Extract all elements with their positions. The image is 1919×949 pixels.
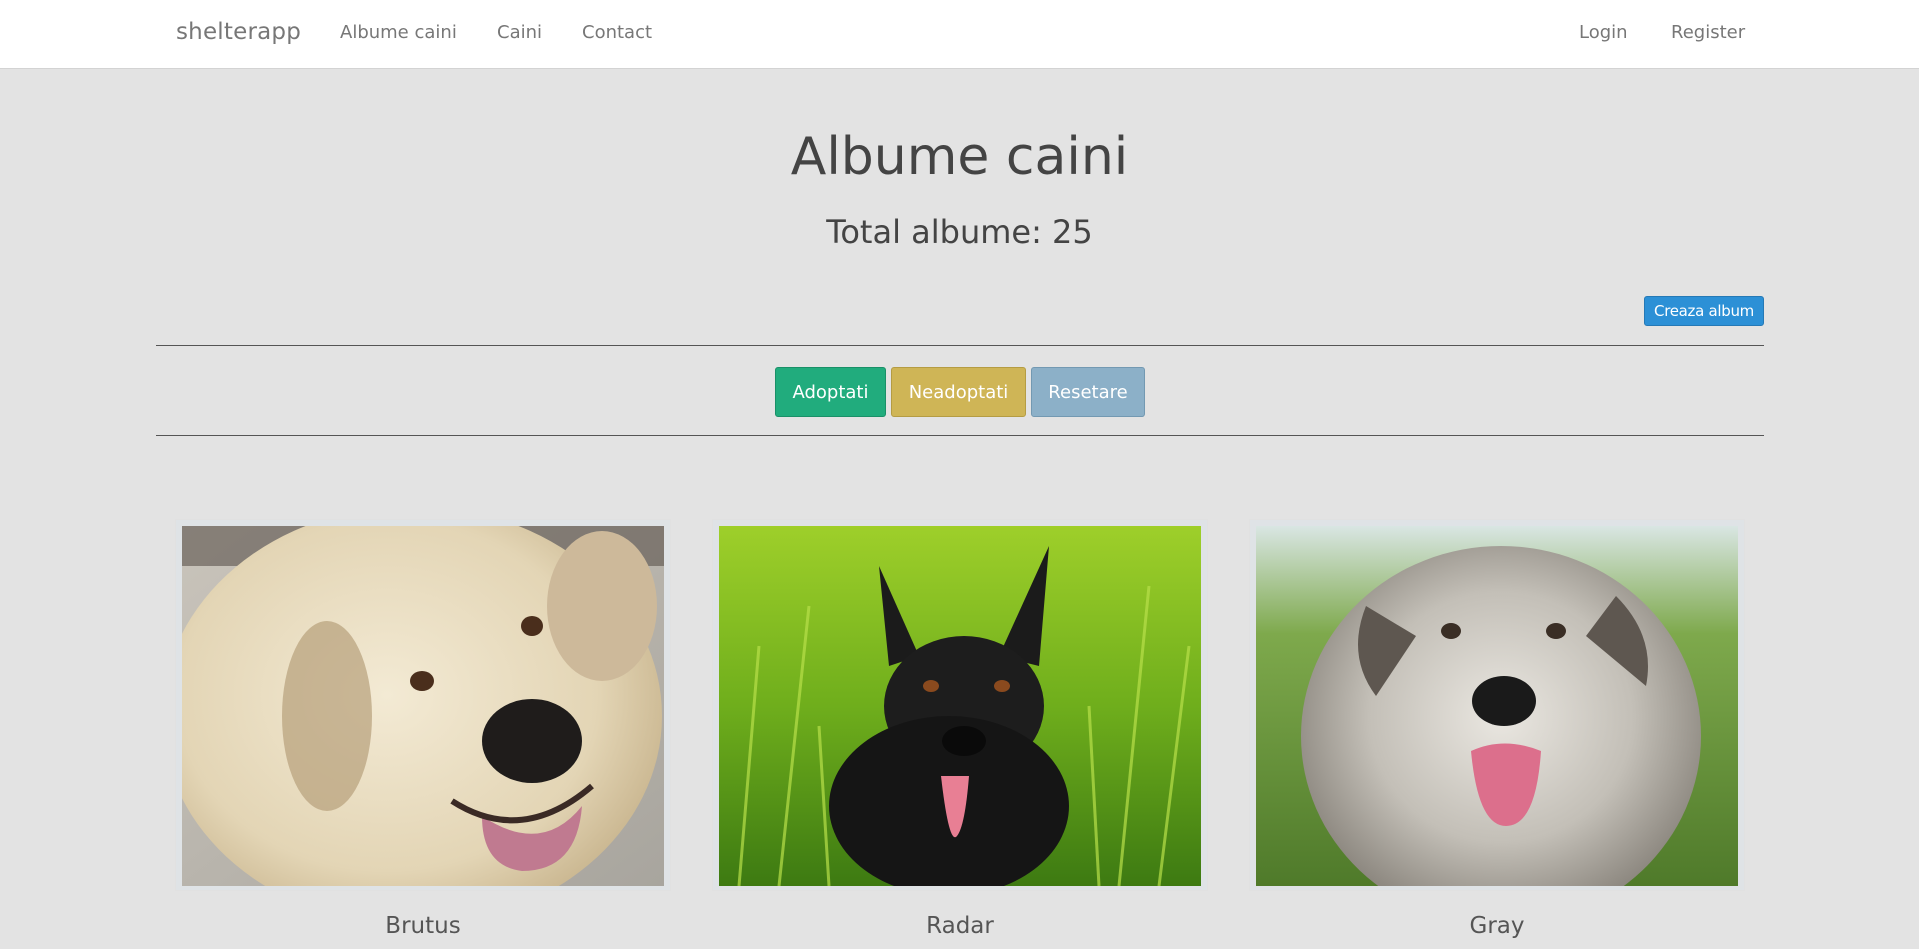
album-card[interactable]: Brutus — [175, 519, 671, 941]
filter-reset-button[interactable]: Resetare — [1031, 367, 1145, 417]
nav-caini[interactable]: Caini — [497, 22, 542, 43]
album-card[interactable]: Gray — [1249, 519, 1745, 941]
album-thumbnail[interactable] — [175, 519, 671, 891]
filter-neadoptati-button[interactable]: Neadoptati — [891, 367, 1026, 417]
dog-photo-brutus — [182, 526, 664, 886]
nav-login[interactable]: Login — [1579, 22, 1628, 43]
page-title: Albume caini — [790, 127, 1129, 187]
album-name[interactable]: Gray — [1249, 911, 1745, 941]
album-thumbnail[interactable] — [712, 519, 1208, 891]
album-card[interactable]: Radar — [712, 519, 1208, 941]
dog-photo-gray — [1256, 526, 1738, 886]
album-count: Total albume: 25 — [826, 213, 1093, 251]
nav-contact[interactable]: Contact — [582, 22, 652, 43]
album-name[interactable]: Brutus — [175, 911, 671, 941]
dog-photo-radar — [719, 526, 1201, 886]
brand-link[interactable]: shelterapp — [176, 19, 301, 45]
album-thumbnail[interactable] — [1249, 519, 1745, 891]
filter-adoptati-button[interactable]: Adoptati — [775, 367, 886, 417]
create-album-button[interactable]: Creaza album — [1644, 296, 1764, 326]
nav-albume-caini[interactable]: Albume caini — [340, 22, 457, 43]
nav-register[interactable]: Register — [1671, 22, 1745, 43]
divider-top — [156, 345, 1764, 346]
divider-bottom — [156, 435, 1764, 436]
album-name[interactable]: Radar — [712, 911, 1208, 941]
navbar: shelterapp Albume caini Caini Contact Lo… — [0, 0, 1919, 69]
